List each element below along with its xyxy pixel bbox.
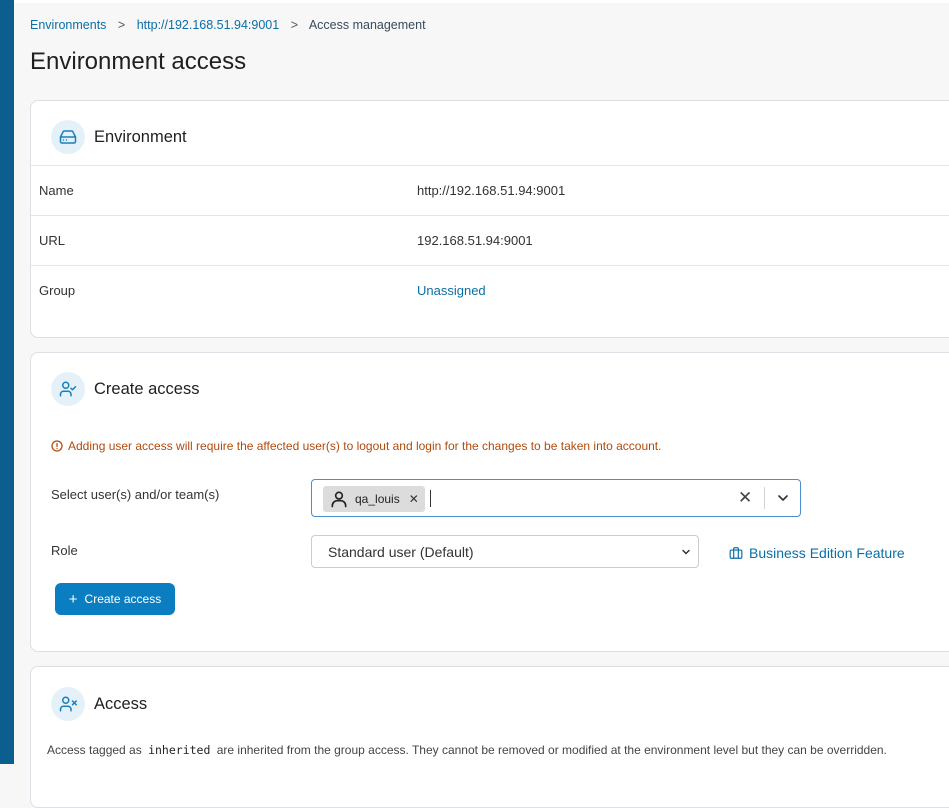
create-access-button[interactable]: + Create access xyxy=(55,583,175,615)
breadcrumb-current: Access management xyxy=(308,18,426,32)
create-access-card-title: Create access xyxy=(94,379,200,398)
user-check-icon xyxy=(51,372,85,406)
chevron-down-icon[interactable] xyxy=(775,490,791,506)
clear-selection-icon[interactable]: ✕ xyxy=(738,488,752,508)
detail-value: http://192.168.51.94:9001 xyxy=(417,183,566,198)
logout-warning: Adding user access will require the affe… xyxy=(51,439,661,453)
detail-row-name: Name http://192.168.51.94:9001 xyxy=(31,165,949,216)
page-title: Environment access xyxy=(30,48,247,75)
user-chip: qa_louis ✕ xyxy=(323,486,425,512)
breadcrumb-separator: > xyxy=(290,18,299,32)
detail-value: 192.168.51.94:9001 xyxy=(417,233,533,248)
detail-row-group: Group Unassigned xyxy=(31,265,949,316)
alert-circle-icon xyxy=(51,440,63,452)
breadcrumb-separator: > xyxy=(117,18,126,32)
breadcrumb-environment-link[interactable]: http://192.168.51.94:9001 xyxy=(137,18,280,32)
access-desc-text: are inherited from the group access. The… xyxy=(216,743,887,757)
role-select[interactable]: Standard user (Default) xyxy=(311,535,699,568)
chevron-down-icon xyxy=(682,549,690,555)
business-edition-label: Business Edition Feature xyxy=(749,545,905,561)
user-icon xyxy=(331,491,347,508)
users-label: Select user(s) and/or team(s) xyxy=(51,487,220,502)
breadcrumb-environments-link[interactable]: Environments xyxy=(30,18,106,32)
role-label: Role xyxy=(51,543,78,558)
text-caret xyxy=(430,490,431,507)
inherited-code: inherited xyxy=(148,743,211,757)
users-multiselect[interactable]: qa_louis ✕ ✕ xyxy=(311,479,801,517)
access-card-title: Access xyxy=(94,694,148,713)
breadcrumb: Environments > http://192.168.51.94:9001… xyxy=(30,18,426,32)
environment-card-header: Environment xyxy=(51,120,187,154)
hard-drive-icon xyxy=(51,120,85,154)
briefcase-icon xyxy=(729,547,743,559)
detail-label: URL xyxy=(39,233,66,248)
chip-remove-icon[interactable]: ✕ xyxy=(409,492,419,506)
detail-label: Group xyxy=(39,283,76,298)
access-card-header: Access xyxy=(51,687,147,721)
business-edition-feature[interactable]: Business Edition Feature xyxy=(729,545,905,561)
create-access-button-label: Create access xyxy=(84,592,162,606)
access-desc-text: Access tagged as xyxy=(47,743,142,757)
warning-text: Adding user access will require the affe… xyxy=(68,439,662,453)
detail-label: Name xyxy=(39,183,74,198)
create-access-card-header: Create access xyxy=(51,372,199,406)
environment-card: Environment Name http://192.168.51.94:90… xyxy=(30,100,949,338)
role-select-value: Standard user (Default) xyxy=(328,544,474,560)
access-card: Access Access tagged as inherited are in… xyxy=(30,666,949,808)
plus-icon: + xyxy=(68,590,78,608)
top-edge xyxy=(14,0,949,3)
sidebar-edge xyxy=(0,0,14,764)
access-description: Access tagged as inherited are inherited… xyxy=(47,743,887,757)
user-x-icon xyxy=(51,687,85,721)
detail-row-url: URL 192.168.51.94:9001 xyxy=(31,215,949,266)
multiselect-divider xyxy=(764,487,765,509)
group-link[interactable]: Unassigned xyxy=(417,283,486,298)
create-access-card: Create access Adding user access will re… xyxy=(30,352,949,652)
user-chip-label: qa_louis xyxy=(355,492,400,506)
environment-card-title: Environment xyxy=(94,127,187,146)
